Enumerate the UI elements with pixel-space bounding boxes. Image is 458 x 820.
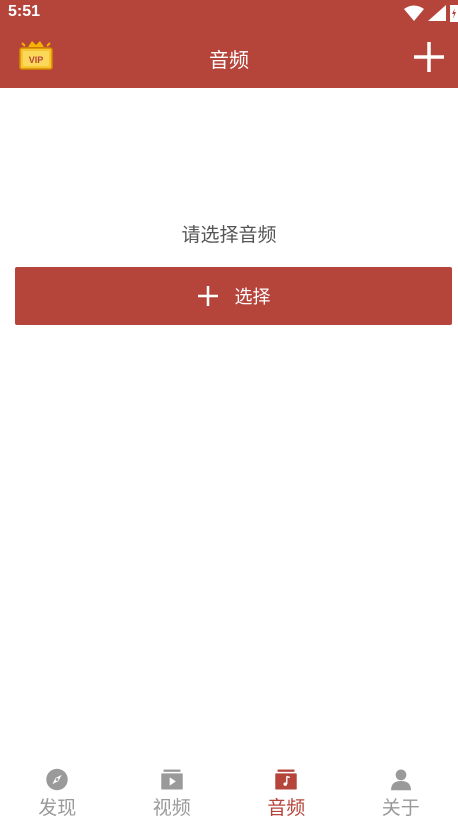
wifi-icon [404, 5, 424, 21]
status-icons [404, 3, 458, 23]
video-icon [161, 769, 183, 790]
signal-icon [428, 5, 446, 21]
tab-label: 关于 [381, 797, 420, 819]
add-button[interactable] [412, 40, 446, 74]
tab-video[interactable]: 视频 [115, 758, 230, 820]
page-title: 音频 [209, 48, 249, 72]
select-audio-prompt: 请选择音频 [181, 224, 277, 246]
plus-icon [197, 286, 218, 306]
tab-label: 音频 [267, 797, 306, 819]
person-icon [390, 769, 411, 791]
music-icon [275, 769, 297, 790]
battery-icon [450, 5, 458, 22]
tab-discover[interactable]: 发现 [0, 758, 115, 820]
compass-icon [46, 768, 68, 791]
tab-audio[interactable]: 音频 [229, 758, 344, 820]
plus-icon [414, 42, 444, 72]
status-bar: 5:51 [0, 0, 458, 26]
status-time: 5:51 [8, 3, 41, 20]
select-button-label: 选择 [234, 287, 271, 308]
app-bar: VIP 音频 [0, 26, 458, 88]
tab-about[interactable]: 关于 [344, 758, 458, 820]
bottom-tab-bar: 发现 视频 音频 关于 [0, 758, 458, 820]
select-audio-button[interactable]: 选择 [15, 267, 452, 325]
tab-label: 视频 [152, 797, 191, 819]
tab-label: 发现 [38, 797, 77, 819]
